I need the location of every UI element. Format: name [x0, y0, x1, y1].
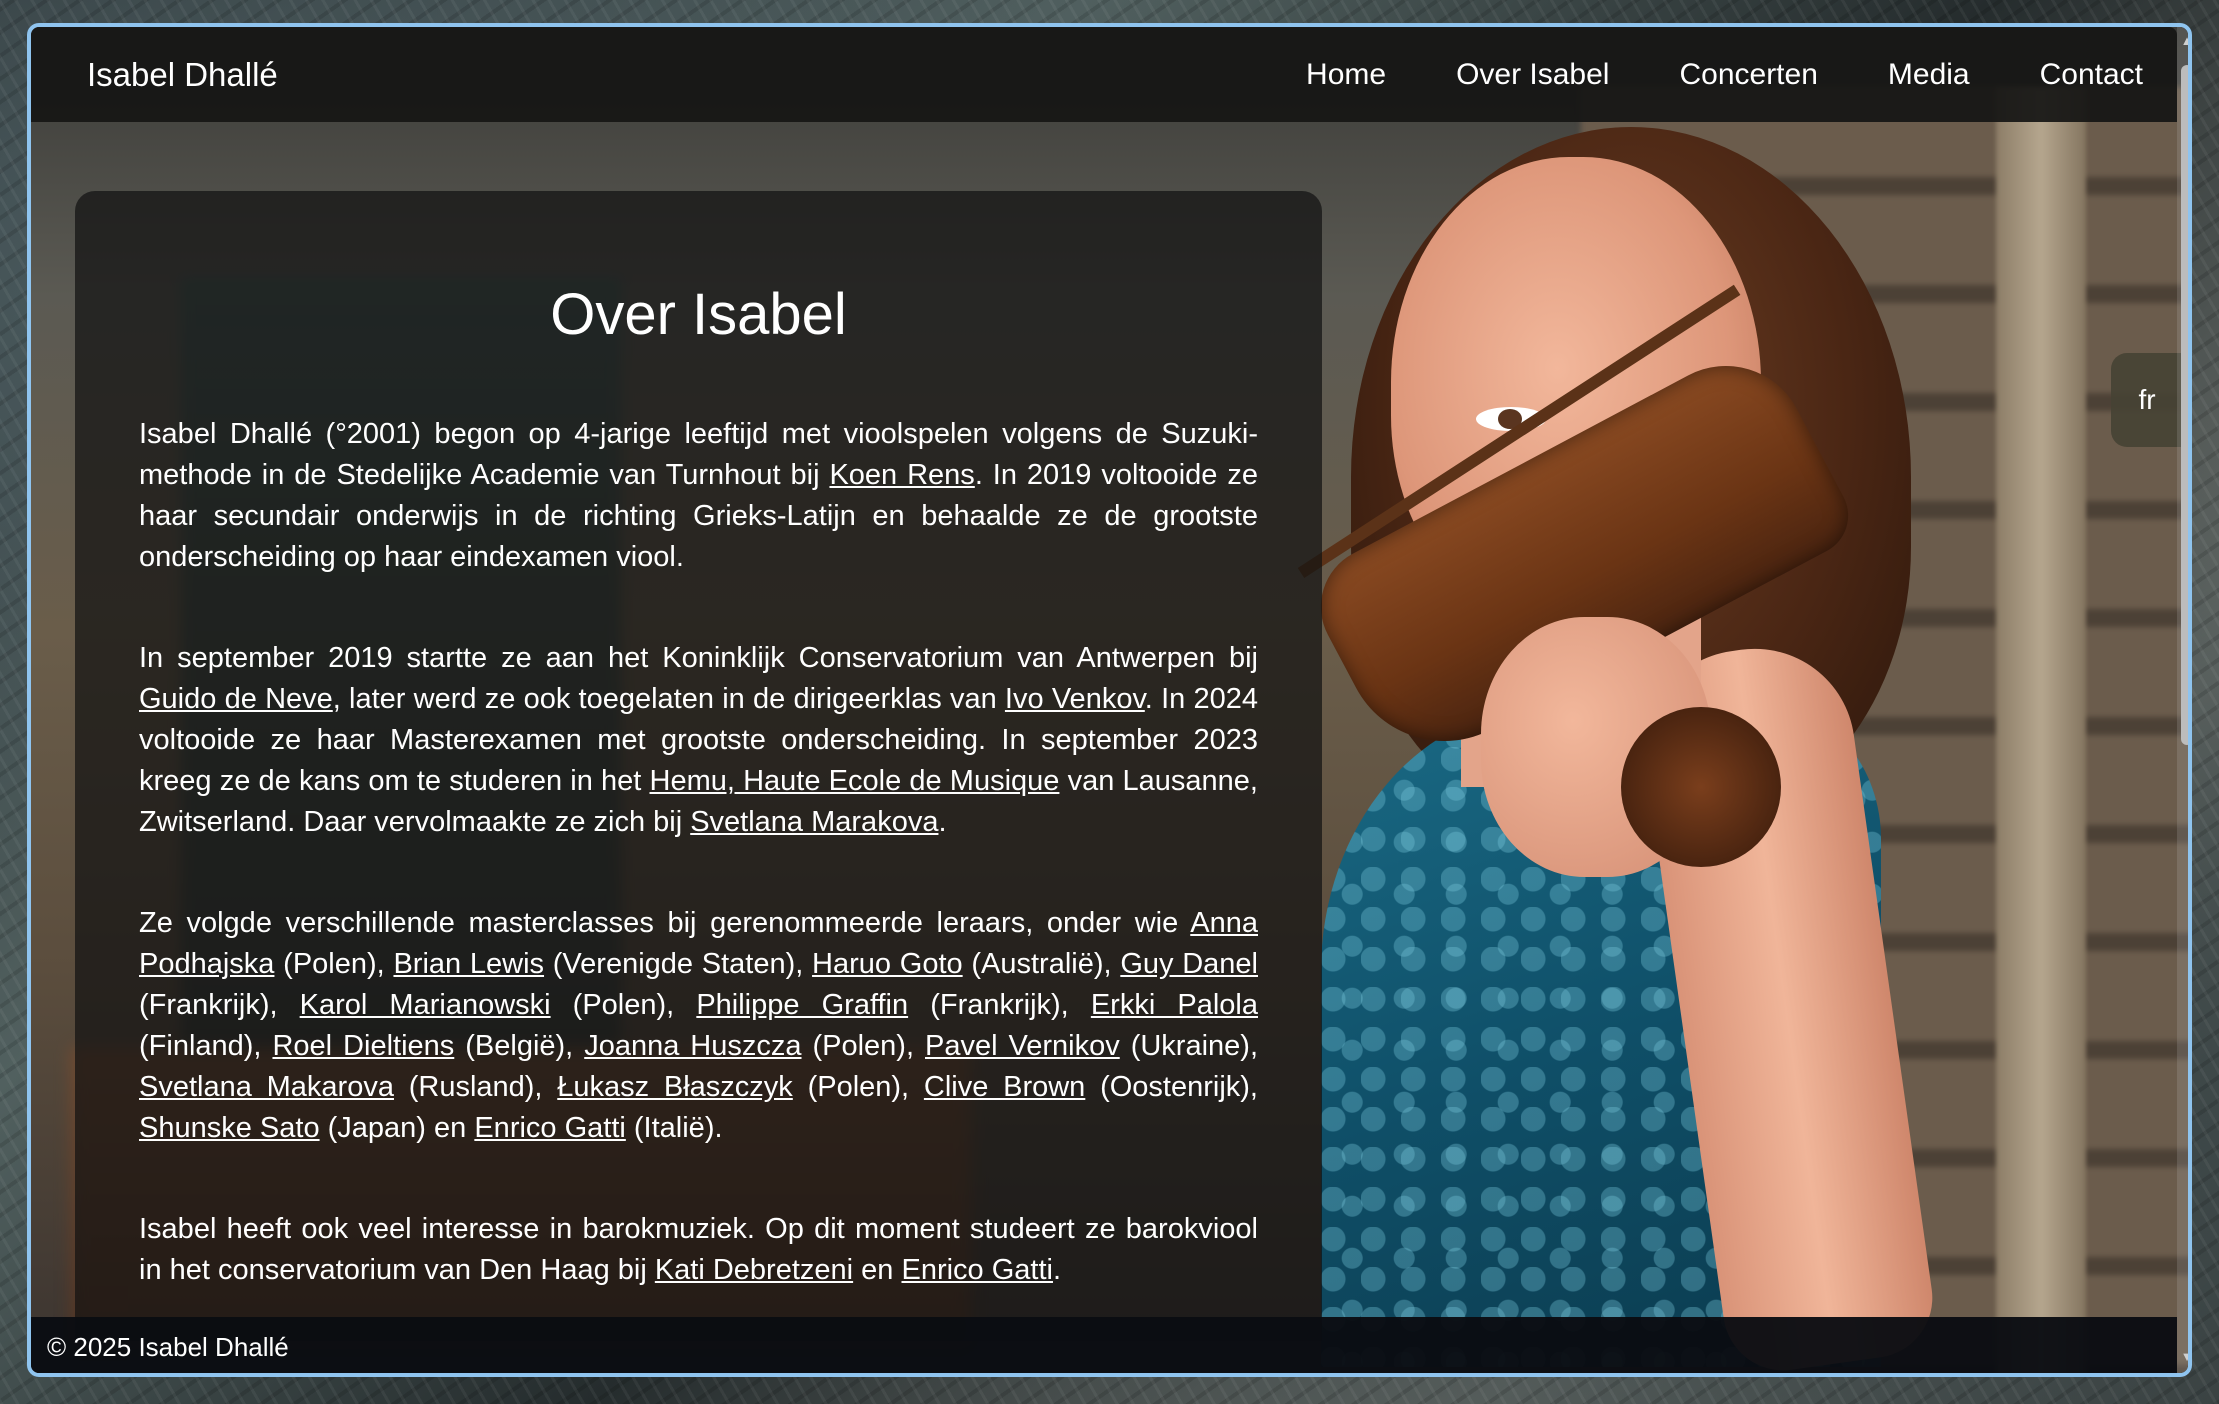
teacher-link[interactable]: Shunske Sato: [139, 1112, 320, 1144]
paragraph-text: (Polen),: [550, 989, 697, 1021]
teacher-link[interactable]: Guy Danel: [1120, 948, 1258, 980]
nav-over-isabel[interactable]: Over Isabel: [1456, 58, 1609, 92]
paragraph-text: (Italië).: [625, 1112, 723, 1144]
about-paragraph: Isabel heeft ook veel interesse in barok…: [139, 1209, 1258, 1291]
browser-window: Isabel Dhallé Home Over Isabel Concerten…: [27, 23, 2192, 1377]
paragraph-text: (Oostenrijk),: [1085, 1071, 1258, 1103]
teacher-link[interactable]: Erkki Palola: [1091, 989, 1258, 1021]
about-paragraph: In september 2019 startte ze aan het Kon…: [139, 638, 1258, 843]
teacher-link[interactable]: Haruo Goto: [812, 948, 963, 980]
paragraph-text: .: [1052, 1254, 1062, 1286]
teacher-link[interactable]: Svetlana Marakova: [690, 806, 938, 838]
teacher-link[interactable]: Roel Dieltiens: [272, 1030, 454, 1062]
about-paragraph: Isabel Dhallé (°2001) begon op 4-jarige …: [139, 414, 1258, 578]
paragraph-text: (Polen),: [801, 1030, 925, 1062]
footer-copyright: © 2025 Isabel Dhallé: [47, 1331, 289, 1362]
paragraph-text: (Polen),: [274, 948, 394, 980]
paragraph-text: (Rusland),: [393, 1071, 558, 1103]
footer: © 2025 Isabel Dhallé: [31, 1317, 2177, 1373]
scrollbar[interactable]: ▲ ▼: [2177, 27, 2188, 1373]
teacher-link[interactable]: Svetlana Makarova: [139, 1071, 394, 1103]
paragraph-text: (Frankrijk),: [908, 989, 1091, 1021]
teacher-link[interactable]: Pavel Vernikov: [925, 1030, 1120, 1062]
teacher-link[interactable]: Philippe Graffin: [696, 989, 908, 1021]
teacher-link[interactable]: Enrico Gatti: [901, 1254, 1053, 1286]
site-brand-link[interactable]: Isabel Dhallé: [87, 56, 278, 94]
paragraph-text: (Polen),: [792, 1071, 924, 1103]
paragraph-text: In september 2019 startte ze aan het Kon…: [139, 642, 1258, 674]
nav-home[interactable]: Home: [1306, 58, 1386, 92]
teacher-link[interactable]: Koen Rens: [829, 459, 974, 491]
paragraph-text: (Frankrijk),: [139, 989, 300, 1021]
teacher-link[interactable]: Joanna Huszcza: [584, 1030, 801, 1062]
language-toggle-button[interactable]: fr: [2111, 353, 2183, 447]
about-card: Over Isabel Isabel Dhallé (°2001) begon …: [75, 191, 1322, 1341]
about-paragraph: Ze volgde verschillende masterclasses bi…: [139, 903, 1258, 1149]
teacher-link[interactable]: Enrico Gatti: [474, 1112, 626, 1144]
paragraph-text: Ze volgde verschillende masterclasses bi…: [139, 907, 1191, 939]
violinist-photo: [1297, 87, 1971, 1373]
paragraph-text: (Japan) en: [319, 1112, 475, 1144]
paragraph-text: (Finland),: [139, 1030, 273, 1062]
paragraph-text: en: [853, 1254, 902, 1286]
about-text: Isabel Dhallé (°2001) begon op 4-jarige …: [139, 414, 1258, 1291]
teacher-link[interactable]: Karol Marianowski: [300, 989, 551, 1021]
nav-concerten[interactable]: Concerten: [1679, 58, 1817, 92]
nav-media[interactable]: Media: [1888, 58, 1970, 92]
page-title: Over Isabel: [550, 282, 847, 347]
paragraph-text: .: [938, 806, 947, 838]
nav-contact[interactable]: Contact: [2040, 58, 2143, 92]
teacher-link[interactable]: Brian Lewis: [393, 948, 544, 980]
paragraph-text: (Australië),: [962, 948, 1121, 980]
navbar: Isabel Dhallé Home Over Isabel Concerten…: [31, 27, 2177, 122]
scroll-down-arrow-icon[interactable]: ▼: [2179, 1349, 2188, 1365]
teacher-link[interactable]: Łukasz Błaszczyk: [557, 1071, 793, 1103]
teacher-link[interactable]: Hemu, Haute Ecole de Musique: [650, 765, 1060, 797]
violin-scroll: [1621, 707, 1781, 867]
scrollbar-thumb[interactable]: [2181, 65, 2188, 745]
paragraph-text: (België),: [454, 1030, 585, 1062]
teacher-link[interactable]: Kati Debretzeni: [655, 1254, 853, 1286]
scroll-up-arrow-icon[interactable]: ▲: [2179, 33, 2188, 49]
background-pillar: [1996, 87, 2086, 1373]
paragraph-text: (Ukraine),: [1119, 1030, 1258, 1062]
teacher-link[interactable]: Guido de Neve: [139, 683, 333, 715]
paragraph-text: , later werd ze ook toegelaten in de dir…: [332, 683, 1005, 715]
teacher-link[interactable]: Clive Brown: [924, 1071, 1085, 1103]
paragraph-text: (Verenigde Staten),: [544, 948, 813, 980]
teacher-link[interactable]: Ivo Venkov: [1005, 683, 1145, 715]
main-nav: Home Over Isabel Concerten Media Contact: [1306, 58, 2143, 92]
